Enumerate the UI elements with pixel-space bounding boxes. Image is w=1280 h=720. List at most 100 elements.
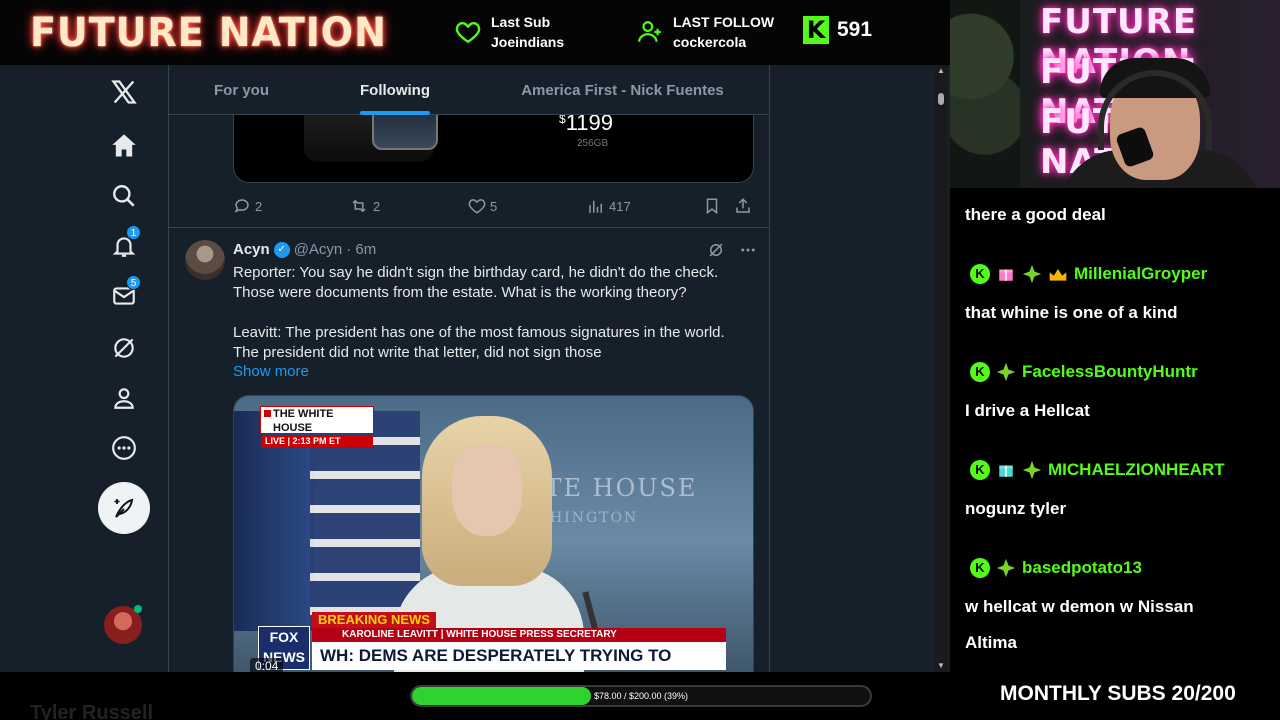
- sparkle-badge-icon: [1022, 460, 1042, 480]
- view-count: 417: [609, 198, 631, 214]
- product-card-image[interactable]: $1199 256GB: [233, 110, 754, 183]
- x-logo-icon[interactable]: [107, 75, 141, 109]
- show-more-link[interactable]: Show more: [233, 363, 309, 380]
- stream-screen: FUTURE NATION Last Sub Joeindians LAST F…: [0, 0, 1280, 720]
- share-icon: [736, 198, 750, 213]
- bookmark-button[interactable]: [703, 197, 721, 215]
- last-sub-widget: Last Sub Joeindians: [455, 12, 564, 52]
- sub-goal-progress-text: $78.00 / $200.00 (39%): [593, 691, 689, 701]
- user-plus-icon: [638, 21, 661, 42]
- chat-username[interactable]: MillenialGroyper: [1074, 264, 1207, 284]
- last-follow-title: LAST FOLLOW: [673, 14, 775, 30]
- gift-badge-icon: [996, 460, 1016, 480]
- bookmark-icon: [706, 198, 718, 215]
- reply-icon: [234, 199, 249, 213]
- chat-message-text: Altima: [965, 633, 1017, 652]
- messages-mail-icon[interactable]: 5: [107, 275, 141, 313]
- reply-button[interactable]: 2: [233, 197, 262, 215]
- viewer-count-widget: K 591: [803, 16, 872, 44]
- page-scrollbar[interactable]: ▲ ▼: [935, 65, 947, 672]
- chat-username[interactable]: basedpotato13: [1022, 558, 1142, 578]
- scroll-down-arrow-icon[interactable]: ▼: [937, 662, 945, 670]
- home-icon[interactable]: [107, 129, 141, 163]
- stream-overlay-topbar: FUTURE NATION Last Sub Joeindians LAST F…: [0, 0, 950, 65]
- online-status-dot: [134, 605, 142, 613]
- more-icon[interactable]: [107, 431, 141, 465]
- x-app-window: 1 5 For you Following America First - Ni…: [0, 65, 950, 672]
- chat-message-text: that whine is one of a kind: [965, 303, 1178, 322]
- sparkle-badge-icon: [1022, 264, 1042, 284]
- tweet-header: Acyn ✓ @Acyn · 6m: [233, 241, 376, 258]
- sparkle-badge-icon: [996, 558, 1016, 578]
- chat-username-row: K basedpotato13: [970, 558, 1142, 578]
- phone-camera-image: [372, 110, 438, 150]
- white-house-live-bug: THE WHITE HOUSE LIVE | 2:13 PM ET: [260, 406, 374, 448]
- x-sidebar-nav: 1 5: [80, 65, 170, 672]
- sub-goal-progress-bar: $78.00 / $200.00 (39%): [410, 685, 872, 707]
- grok-icon[interactable]: [107, 331, 141, 365]
- retweet-count: 2: [373, 198, 381, 214]
- chat-message-text: nogunz tyler: [965, 499, 1067, 518]
- tweet-author-name[interactable]: Acyn: [233, 241, 270, 258]
- compose-post-button[interactable]: [98, 482, 150, 534]
- kick-logo-icon: K: [803, 16, 829, 44]
- faded-streamer-name: Tyler Russell: [30, 702, 154, 720]
- tweet-tools: [707, 241, 757, 259]
- chat-username-row: K MillenialGroyper: [970, 264, 1207, 284]
- tweet-divider: [169, 227, 769, 228]
- stream-logo: FUTURE NATION: [30, 10, 387, 56]
- tab-following[interactable]: Following: [314, 65, 476, 115]
- kick-badge-icon: K: [970, 362, 990, 382]
- breaking-news-label: BREAKING NEWS: [312, 612, 436, 628]
- like-count: 5: [490, 198, 498, 214]
- grok-icon[interactable]: [707, 241, 725, 259]
- messages-badge: 5: [126, 275, 141, 290]
- like-button[interactable]: 5: [468, 197, 497, 215]
- notifications-badge: 1: [126, 225, 141, 240]
- timeline-tabs: For you Following America First - Nick F…: [169, 65, 769, 115]
- scroll-up-arrow-icon[interactable]: ▲: [937, 67, 945, 75]
- tweet-author-handle[interactable]: @Acyn: [294, 241, 343, 258]
- tab-following-label: Following: [360, 81, 430, 99]
- plant-image: [950, 0, 1020, 188]
- tweet-author-avatar[interactable]: [185, 240, 225, 280]
- product-storage: 256GB: [577, 138, 609, 149]
- tab-for-you[interactable]: For you: [169, 65, 314, 115]
- crown-badge-icon: [1048, 264, 1068, 284]
- scroll-thumb[interactable]: [938, 93, 944, 105]
- feather-icon: [114, 498, 134, 518]
- chat-username[interactable]: FacelessBountyHuntr: [1022, 362, 1198, 382]
- timeline-column: For you Following America First - Nick F…: [168, 65, 770, 672]
- chat-message-text: w hellcat w demon w Nissan: [965, 597, 1194, 616]
- kick-badge-icon: K: [970, 460, 990, 480]
- active-tab-indicator: [360, 111, 430, 115]
- heart-icon: [455, 21, 481, 44]
- kick-badge-icon: K: [970, 264, 990, 284]
- chat-username[interactable]: MICHAELZIONHEART: [1048, 460, 1225, 480]
- tweet-paragraph: Reporter: You say he didn't sign the bir…: [233, 264, 719, 301]
- notifications-bell-icon[interactable]: 1: [107, 225, 141, 263]
- chat-message-text: there a good deal: [965, 205, 1106, 224]
- tab-america-first-label: America First - Nick Fuentes: [521, 81, 724, 99]
- tweet-action-bar: 2 2 5 417: [233, 196, 754, 216]
- analytics-icon: [589, 200, 602, 213]
- search-icon[interactable]: [107, 179, 141, 213]
- chat-username-row: K FacelessBountyHuntr: [970, 362, 1198, 382]
- tweet-video[interactable]: ITE HOUSE HINGTON THE WHITE HOUSE LIVE |…: [233, 395, 754, 672]
- heart-outline-icon: [468, 199, 486, 214]
- chat-message-text: I drive a Hellcat: [965, 401, 1090, 420]
- gift-badge-icon: [996, 264, 1016, 284]
- views-button[interactable]: 417: [587, 197, 631, 215]
- share-button[interactable]: [734, 197, 752, 215]
- more-options-icon[interactable]: [739, 241, 757, 259]
- last-follow-widget: LAST FOLLOW cockercola: [637, 12, 774, 52]
- last-sub-name: Joeindians: [491, 34, 565, 50]
- tweet-time[interactable]: · 6m: [346, 241, 376, 258]
- tweet-paragraph: Leavitt: The president has one of the mo…: [233, 324, 725, 361]
- profile-icon[interactable]: [107, 381, 141, 415]
- retweet-button[interactable]: 2: [349, 197, 380, 215]
- last-sub-title: Last Sub: [491, 14, 551, 30]
- last-follow-name: cockercola: [673, 34, 747, 50]
- tab-america-first-list[interactable]: America First - Nick Fuentes: [476, 65, 769, 115]
- tab-for-you-label: For you: [214, 81, 269, 99]
